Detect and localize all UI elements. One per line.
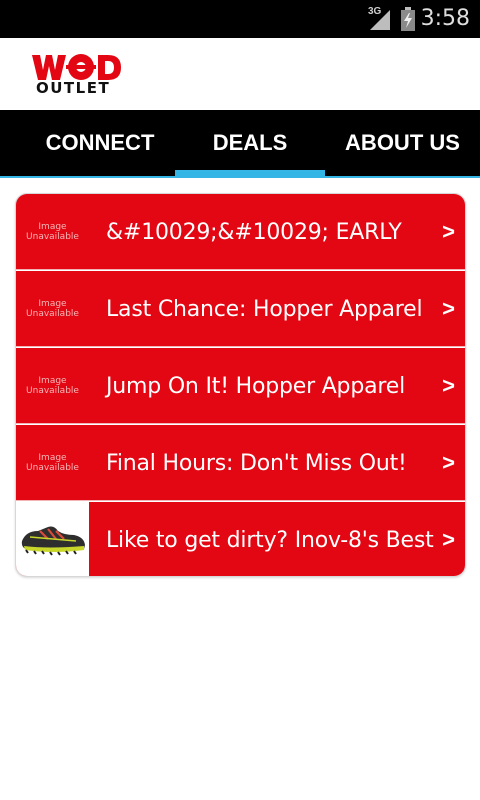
image-unavailable-thumbnail: Image Unavailable	[16, 194, 89, 270]
deal-title: Jump On It! Hopper Apparel	[106, 373, 405, 399]
status-time: 3:58	[420, 6, 470, 31]
deal-item[interactable]: Image Unavailable Final Hours: Don't Mis…	[16, 425, 465, 501]
app-header: OUTLET	[0, 38, 480, 110]
logo-outlet-text: OUTLET	[36, 79, 111, 97]
running-shoe-icon	[21, 526, 85, 556]
deal-item[interactable]: Image Unavailable &#10029;&#10029; EARLY…	[16, 194, 465, 270]
deal-item[interactable]: Image Unavailable Jump On It! Hopper App…	[16, 348, 465, 424]
thumbnail-placeholder-line2: Unavailable	[26, 463, 79, 473]
chevron-right-icon: >	[442, 219, 455, 244]
battery-icon	[401, 7, 415, 31]
thumbnail-placeholder-line1: Image	[38, 299, 67, 309]
tab-bar: CONNECT DEALS ABOUT US	[0, 110, 480, 176]
thumbnail-placeholder-line1: Image	[38, 453, 67, 463]
tab-about-us[interactable]: ABOUT US	[325, 110, 480, 176]
deal-title: Final Hours: Don't Miss Out!	[106, 450, 407, 476]
thumbnail-placeholder-line1: Image	[38, 222, 67, 232]
chevron-right-icon: >	[442, 527, 455, 552]
deal-title: Like to get dirty? Inov-8's Best	[106, 527, 434, 553]
chevron-right-icon: >	[442, 450, 455, 475]
thumbnail-placeholder-line2: Unavailable	[26, 309, 79, 319]
deal-title: Last Chance: Hopper Apparel	[106, 296, 423, 322]
image-unavailable-thumbnail: Image Unavailable	[16, 425, 89, 501]
shoe-thumbnail	[16, 502, 89, 576]
thumbnail-placeholder-line1: Image	[38, 376, 67, 386]
thumbnail-placeholder-line2: Unavailable	[26, 386, 79, 396]
deals-list: Image Unavailable &#10029;&#10029; EARLY…	[15, 193, 466, 577]
tab-connect[interactable]: CONNECT	[25, 110, 175, 176]
tab-deals[interactable]: DEALS	[175, 110, 325, 176]
deal-item[interactable]: Image Unavailable Last Chance: Hopper Ap…	[16, 271, 465, 347]
chevron-right-icon: >	[442, 296, 455, 321]
chevron-right-icon: >	[442, 373, 455, 398]
tab-bar-divider	[0, 176, 480, 178]
deal-title: &#10029;&#10029; EARLY	[106, 219, 402, 245]
signal-icon	[370, 10, 390, 30]
status-bar: 3G 3:58	[0, 0, 480, 38]
image-unavailable-thumbnail: Image Unavailable	[16, 271, 89, 347]
deal-item[interactable]: Like to get dirty? Inov-8's Best >	[16, 502, 465, 576]
image-unavailable-thumbnail: Image Unavailable	[16, 348, 89, 424]
thumbnail-placeholder-line2: Unavailable	[26, 232, 79, 242]
